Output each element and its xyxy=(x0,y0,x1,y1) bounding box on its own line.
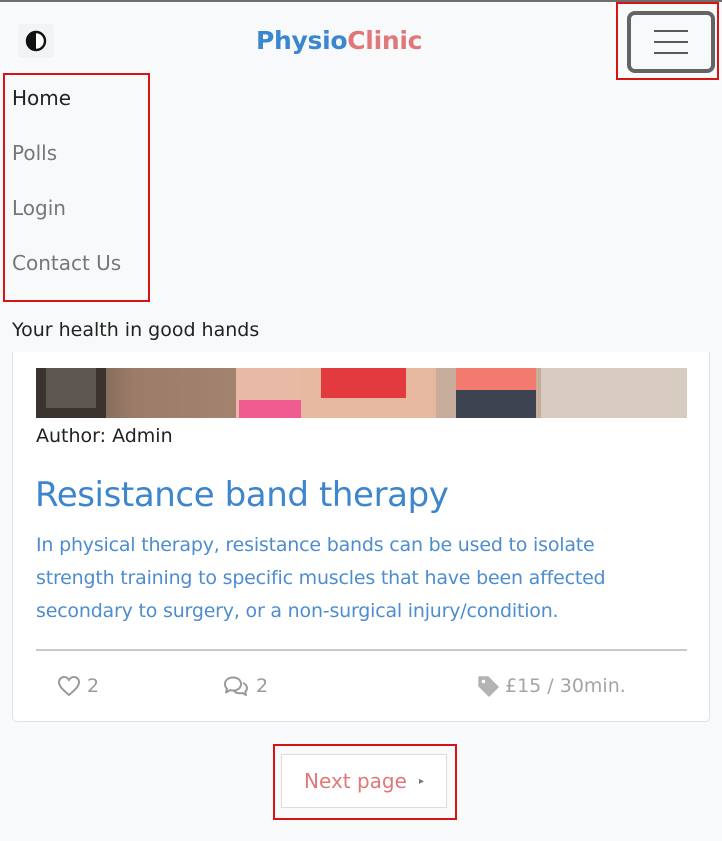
hamburger-menu-icon xyxy=(654,30,688,32)
price-info: £15 / 30min. xyxy=(477,672,626,700)
nav-item-polls[interactable]: Polls xyxy=(12,128,121,183)
post-excerpt: In physical therapy, resistance bands ca… xyxy=(36,534,606,622)
card-divider xyxy=(36,649,687,651)
top-border xyxy=(0,0,722,2)
tagline: Your health in good hands xyxy=(12,319,260,341)
next-page-button[interactable]: Next page ▸ xyxy=(281,754,447,808)
hamburger-menu-icon-bar xyxy=(654,41,688,43)
heart-icon xyxy=(57,675,81,697)
theme-toggle-button[interactable] xyxy=(18,24,54,58)
price-text: £15 / 30min. xyxy=(505,675,626,697)
tag-icon xyxy=(478,676,499,697)
likes-count: 2 xyxy=(87,675,100,697)
nav-item-contact-us[interactable]: Contact Us xyxy=(12,238,121,293)
hamburger-menu-icon-bar xyxy=(654,52,688,54)
likes-button[interactable]: 2 xyxy=(57,672,99,700)
comments-icon xyxy=(224,676,248,696)
post-image-graphic xyxy=(36,368,687,418)
main-nav: Home Polls Login Contact Us xyxy=(12,73,121,293)
contrast-icon xyxy=(25,30,47,52)
post-card: Author: Admin Resistance band therapy In… xyxy=(12,352,710,722)
comments-button[interactable]: 2 xyxy=(222,672,268,700)
next-page-label: Next page xyxy=(304,769,407,793)
brand-clinic: Clinic xyxy=(347,26,423,55)
post-author: Author: Admin xyxy=(36,425,173,447)
menu-toggle-button[interactable] xyxy=(627,11,715,73)
post-title[interactable]: Resistance band therapy xyxy=(35,472,449,518)
nav-item-login[interactable]: Login xyxy=(12,183,121,238)
post-image[interactable] xyxy=(36,368,687,418)
caret-right-icon: ▸ xyxy=(418,775,424,787)
nav-item-home[interactable]: Home xyxy=(12,73,121,128)
brand-logo[interactable]: PhysioClinic xyxy=(256,24,422,58)
comments-count: 2 xyxy=(256,675,269,697)
brand-physio: Physio xyxy=(256,26,348,55)
